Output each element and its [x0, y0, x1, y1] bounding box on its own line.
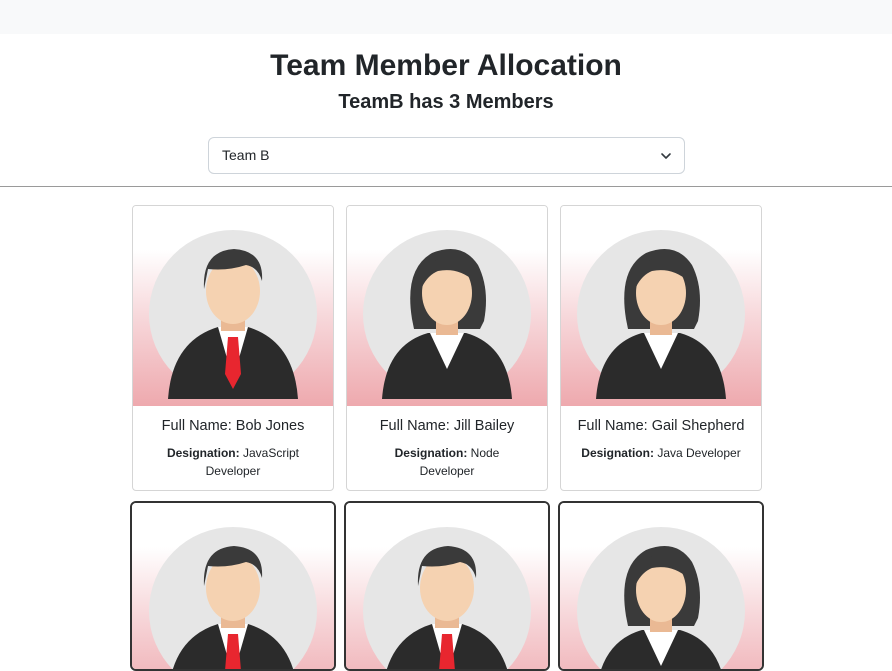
member-photo	[132, 503, 334, 669]
designation-value: Java Developer	[657, 446, 741, 460]
male-avatar-icon	[149, 527, 317, 669]
female-avatar-icon	[577, 527, 745, 669]
member-photo	[347, 206, 547, 406]
female-avatar-icon	[577, 230, 745, 399]
member-card-highlighted[interactable]	[130, 501, 336, 671]
designation-label: Designation:	[394, 446, 468, 460]
member-full-name: Full Name: Gail Shepherd	[577, 418, 745, 434]
member-full-name: Full Name: Bob Jones	[161, 418, 305, 434]
member-photo	[133, 206, 333, 406]
chevron-down-icon	[661, 153, 671, 159]
member-photo	[560, 503, 762, 669]
male-avatar-icon	[363, 527, 531, 669]
member-card-highlighted[interactable]	[344, 501, 550, 671]
designation-label: Designation:	[581, 446, 654, 460]
member-full-name: Full Name: Jill Bailey	[379, 418, 515, 434]
member-card[interactable]: Full Name: Gail Shepherd Designation: Ja…	[560, 205, 762, 491]
team-member-count: TeamB has 3 Members	[338, 91, 554, 113]
member-designation: Designation: Java Developer	[581, 444, 741, 462]
page-title: Team Member Allocation	[270, 49, 622, 82]
member-card[interactable]: Full Name: Bob Jones Designation: JavaSc…	[132, 205, 334, 491]
member-photo	[346, 503, 548, 669]
female-avatar-icon	[363, 230, 531, 399]
member-card[interactable]: Full Name: Jill Bailey Designation: Node…	[346, 205, 548, 491]
member-designation: Designation: JavaScript Developer	[153, 444, 313, 480]
designation-label: Designation:	[166, 446, 240, 460]
member-designation: Designation: Node Developer	[367, 444, 527, 480]
team-select[interactable]: Team B	[208, 137, 685, 174]
section-divider	[0, 186, 892, 187]
member-card-highlighted[interactable]	[558, 501, 764, 671]
top-navbar	[0, 0, 892, 34]
male-avatar-icon	[149, 230, 317, 399]
member-photo	[561, 206, 761, 406]
team-select-value: Team B	[222, 147, 270, 163]
